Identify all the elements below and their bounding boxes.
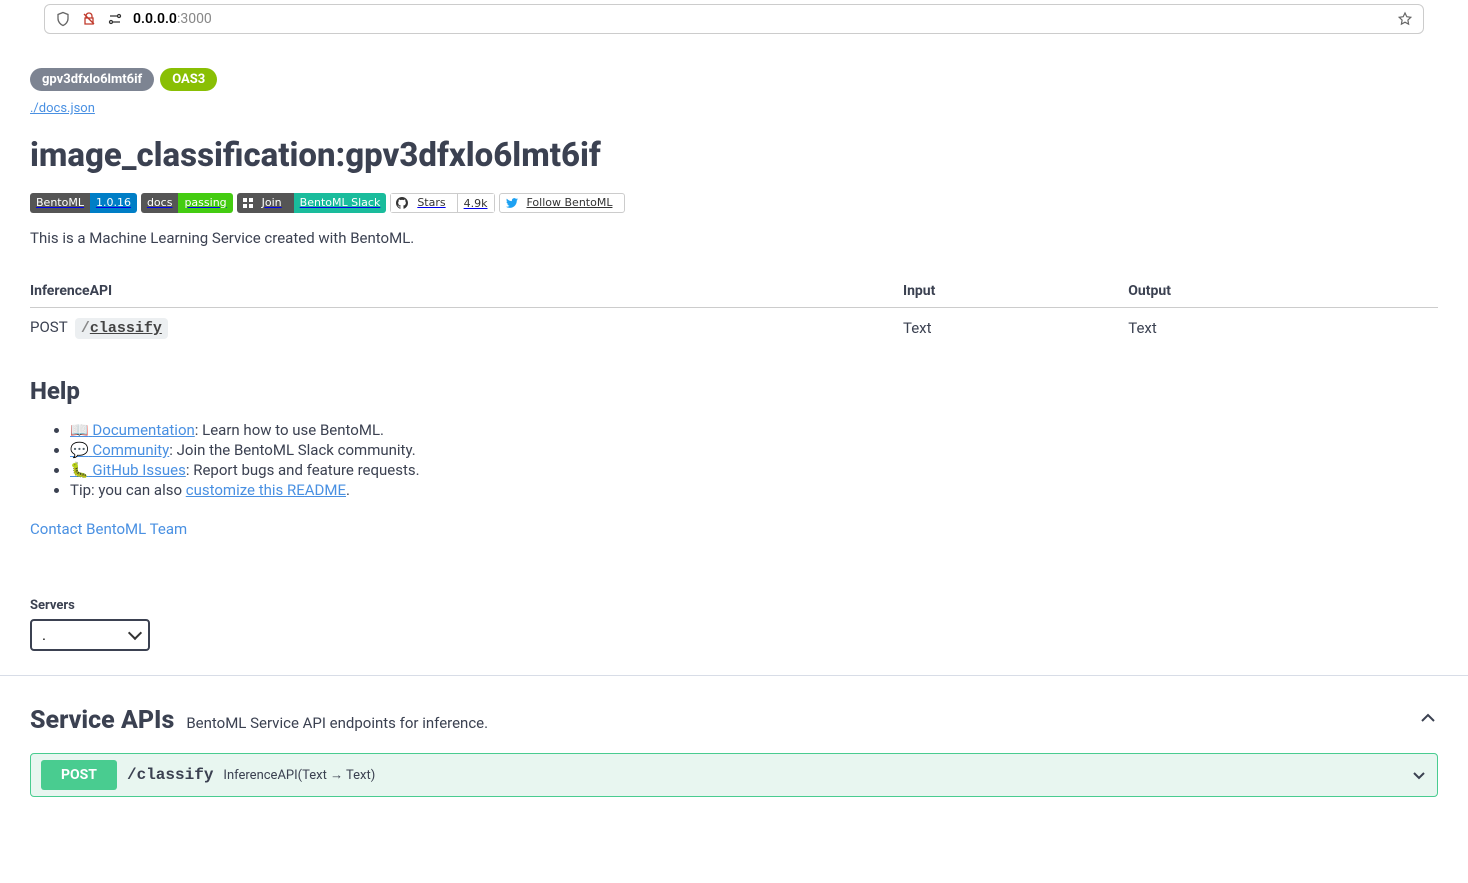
shield-icon xyxy=(55,11,71,27)
docs-json-link[interactable]: ./docs.json xyxy=(30,101,1438,116)
page-title: image_classification:gpv3dfxlo6lmt6if xyxy=(30,136,1438,175)
servers-label: Servers xyxy=(30,598,1438,613)
github-issues-link[interactable]: 🐛 GitHub Issues xyxy=(70,461,186,479)
bookmark-star-icon[interactable] xyxy=(1397,11,1413,27)
twitter-follow-badge[interactable]: Follow BentoML xyxy=(499,193,626,213)
bentoml-version-badge[interactable]: BentoML 1.0.16 xyxy=(30,193,137,213)
output-type: Text xyxy=(1128,308,1438,348)
help-heading: Help xyxy=(30,377,1438,405)
operation-path: /classify xyxy=(127,766,213,784)
servers-select[interactable]: . xyxy=(30,619,150,651)
service-description: This is a Machine Learning Service creat… xyxy=(30,229,1438,247)
col-input: Input xyxy=(903,275,1128,308)
col-output: Output xyxy=(1128,275,1438,308)
operation-summary: InferenceAPI(Text → Text) xyxy=(223,767,1401,783)
list-item: 📖 Documentation: Learn how to use BentoM… xyxy=(70,421,1438,439)
slack-join-badge[interactable]: Join BentoML Slack xyxy=(237,193,387,213)
chevron-down-icon[interactable] xyxy=(1411,767,1427,783)
operation-classify[interactable]: POST /classify InferenceAPI(Text → Text) xyxy=(30,753,1438,797)
header-badges: gpv3dfxlo6lmt6if OAS3 xyxy=(30,68,1438,91)
endpoint-path[interactable]: /classify xyxy=(75,318,168,339)
chevron-up-icon[interactable] xyxy=(1418,708,1438,728)
service-apis-header[interactable]: Service APIs BentoML Service API endpoin… xyxy=(30,706,1438,735)
list-item: 💬 Community: Join the BentoML Slack comm… xyxy=(70,441,1438,459)
shields-row: BentoML 1.0.16 docs passing Join BentoML… xyxy=(30,193,1438,213)
url-text: 0.0.0.0:3000 xyxy=(133,11,1387,27)
contact-link[interactable]: Contact BentoML Team xyxy=(30,520,187,538)
help-list: 📖 Documentation: Learn how to use BentoM… xyxy=(30,421,1438,499)
customize-readme-link[interactable]: customize this README xyxy=(186,481,346,499)
github-stars-badge[interactable]: Stars 4.9k xyxy=(390,193,494,213)
lock-slash-icon xyxy=(81,11,97,27)
section-divider xyxy=(0,675,1468,676)
service-apis-description: BentoML Service API endpoints for infere… xyxy=(186,714,1406,732)
input-type: Text xyxy=(903,308,1128,348)
oas-version-badge: OAS3 xyxy=(160,68,217,91)
table-row: POST /classify Text Text xyxy=(30,308,1438,348)
list-item: 🐛 GitHub Issues: Report bugs and feature… xyxy=(70,461,1438,479)
api-id-badge: gpv3dfxlo6lmt6if xyxy=(30,68,154,91)
permissions-icon xyxy=(107,11,123,27)
list-item: Tip: you can also customize this README. xyxy=(70,481,1438,499)
service-apis-title: Service APIs xyxy=(30,706,174,735)
community-link[interactable]: 💬 Community xyxy=(70,441,169,459)
documentation-link[interactable]: 📖 Documentation xyxy=(70,421,195,439)
method-text: POST xyxy=(30,318,67,336)
method-badge: POST xyxy=(41,760,117,790)
inference-api-table: InferenceAPI Input Output POST /classify… xyxy=(30,275,1438,347)
col-name: InferenceAPI xyxy=(30,275,903,308)
browser-url-bar[interactable]: 0.0.0.0:3000 xyxy=(44,4,1424,34)
docs-status-badge[interactable]: docs passing xyxy=(141,193,233,213)
